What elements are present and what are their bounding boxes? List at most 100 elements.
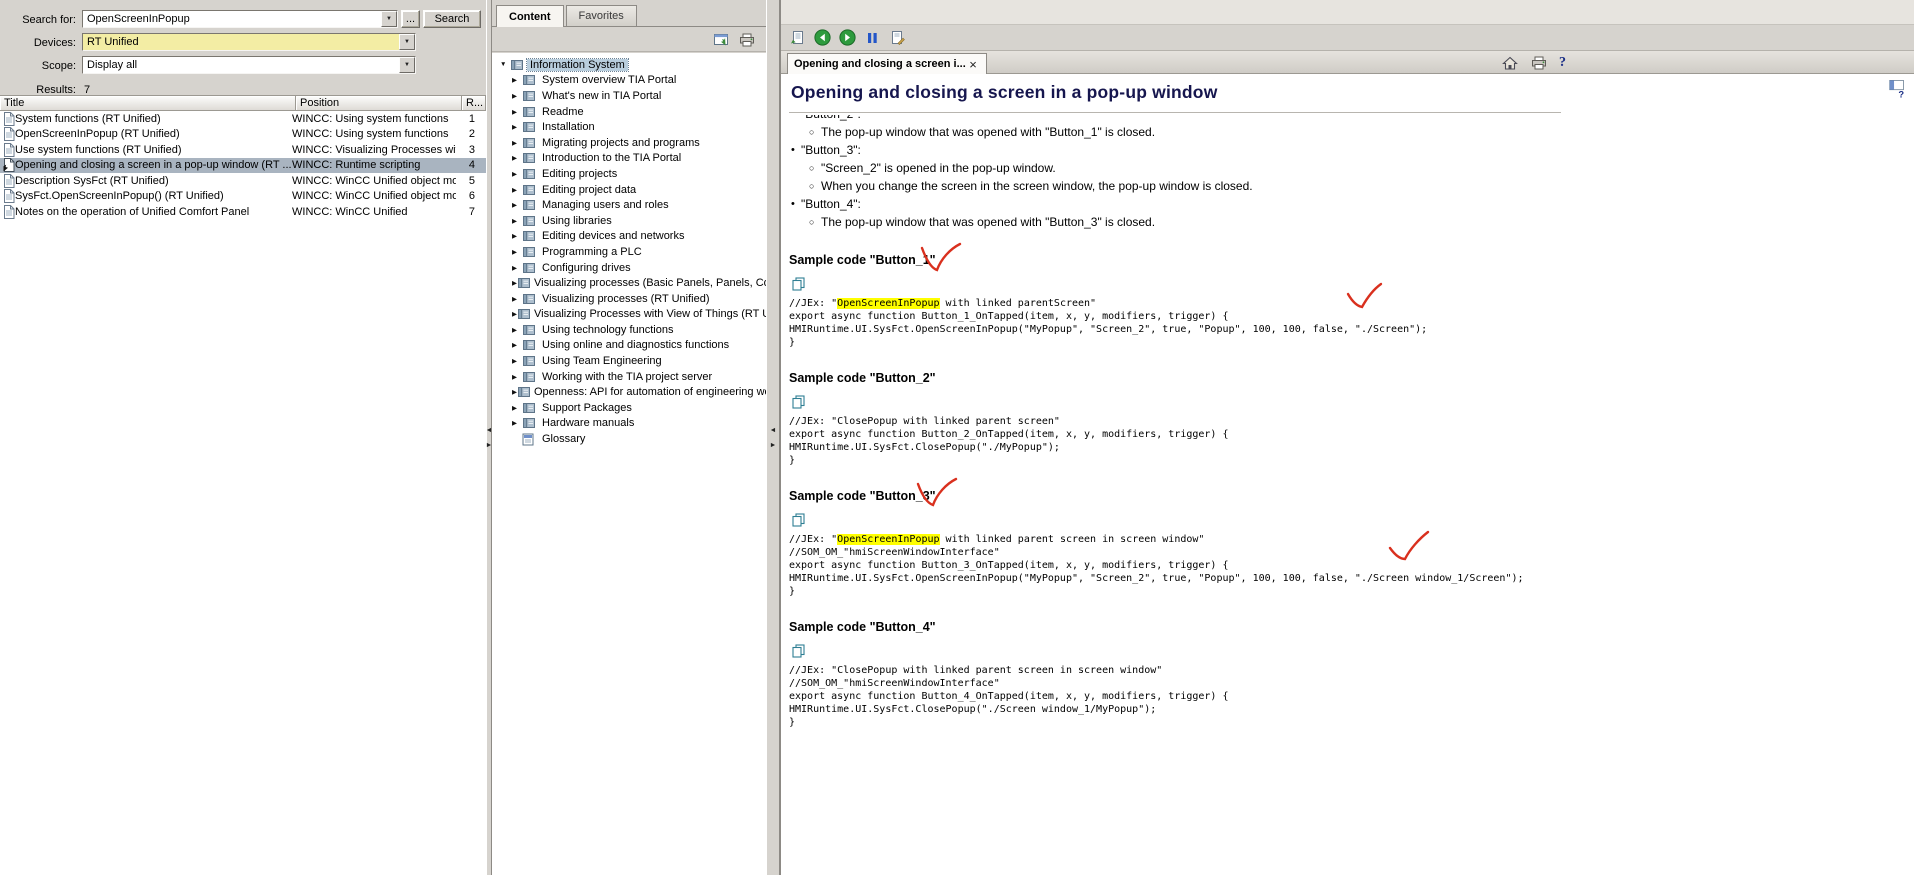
tree-collapsed-arrow-icon[interactable]: ▶: [512, 139, 522, 147]
tree-collapsed-arrow-icon[interactable]: ▶: [512, 92, 522, 100]
tree-item[interactable]: ▶System overview TIA Portal: [492, 73, 766, 89]
tree-collapsed-arrow-icon[interactable]: ▶: [512, 217, 522, 225]
result-row[interactable]: System functions (RT Unified)WINCC: Usin…: [0, 111, 486, 127]
tree-item[interactable]: ▶Support Packages: [492, 400, 766, 416]
tree-item[interactable]: ▶Visualizing processes (RT Unified): [492, 291, 766, 307]
splitter-collapse-right-icon[interactable]: ►: [770, 442, 777, 449]
print-icon[interactable]: [1530, 54, 1548, 72]
tree-item[interactable]: ▶Using Team Engineering: [492, 353, 766, 369]
column-header-position[interactable]: Position: [296, 96, 462, 111]
result-row[interactable]: Opening and closing a screen in a pop-up…: [0, 158, 486, 174]
back-icon[interactable]: [813, 29, 831, 47]
tree-item[interactable]: ▶Introduction to the TIA Portal: [492, 151, 766, 167]
search-term-dropdown-arrow[interactable]: ▼: [381, 11, 397, 27]
tree-item[interactable]: ▶What's new in TIA Portal: [492, 88, 766, 104]
locate-topic-icon[interactable]: [788, 29, 806, 47]
result-row[interactable]: Description SysFct (RT Unified)WINCC: Wi…: [0, 173, 486, 189]
tree-item[interactable]: ▶Using libraries: [492, 213, 766, 229]
result-row[interactable]: SysFct.OpenScreenInPopup() (RT Unified)W…: [0, 189, 486, 205]
tree-collapsed-arrow-icon[interactable]: ▶: [512, 295, 522, 303]
devices-dropdown-arrow[interactable]: ▼: [399, 34, 415, 50]
tree-expanded-arrow-icon[interactable]: ▼: [500, 61, 510, 68]
pause-loading-icon[interactable]: [863, 29, 881, 47]
devices-label: Devices:: [0, 37, 76, 49]
tree-item[interactable]: ▶Editing project data: [492, 182, 766, 198]
tree-item[interactable]: ▶Readme: [492, 104, 766, 120]
copy-code-icon[interactable]: [789, 511, 807, 529]
tree-collapsed-arrow-icon[interactable]: ▶: [512, 201, 522, 209]
tree-collapsed-arrow-icon[interactable]: ▶: [512, 170, 522, 178]
tree-collapsed-arrow-icon[interactable]: ▶: [512, 419, 522, 427]
tree-collapsed-arrow-icon[interactable]: ▶: [512, 232, 522, 240]
home-icon[interactable]: [1501, 54, 1519, 72]
devices-combobox[interactable]: RT Unified ▼: [82, 33, 416, 51]
tree-item[interactable]: ▶Managing users and roles: [492, 197, 766, 213]
search-button[interactable]: Search: [423, 10, 481, 28]
tree-item[interactable]: ▶Hardware manuals: [492, 416, 766, 432]
doc-bullet: ○The pop-up window that was opened with …: [789, 213, 1914, 231]
tree-item[interactable]: ▶Configuring drives: [492, 260, 766, 276]
code-line: export async function Button_1_OnTapped(…: [789, 310, 1914, 323]
splitter-collapse-left-icon[interactable]: ◄: [770, 427, 777, 434]
pane-toggle-help-icon[interactable]: ?: [1889, 80, 1907, 98]
copy-code-icon[interactable]: [789, 393, 807, 411]
column-header-title[interactable]: Title: [0, 96, 296, 111]
tree-item[interactable]: ▶Openness: API for automation of enginee…: [492, 384, 766, 400]
tree-item[interactable]: ▶Using technology functions: [492, 322, 766, 338]
tree-collapsed-arrow-icon[interactable]: ▶: [512, 108, 522, 116]
tree-root-information-system[interactable]: ▼ Information System: [492, 57, 766, 73]
tree-collapsed-arrow-icon[interactable]: ▶: [512, 373, 522, 381]
book-icon: [522, 355, 539, 367]
result-row[interactable]: OpenScreenInPopup (RT Unified)WINCC: Usi…: [0, 127, 486, 143]
search-term-combobox[interactable]: OpenScreenInPopup ▼: [82, 10, 398, 28]
tree-collapsed-arrow-icon[interactable]: ▶: [512, 264, 522, 272]
tree-item[interactable]: ▶Migrating projects and programs: [492, 135, 766, 151]
topic-tab[interactable]: Opening and closing a screen i... ×: [787, 53, 987, 74]
result-row[interactable]: Notes on the operation of Unified Comfor…: [0, 204, 486, 220]
advanced-search-button[interactable]: ...: [401, 10, 420, 28]
tree-item-glossary[interactable]: Glossary: [492, 431, 766, 447]
copy-code-icon[interactable]: [789, 275, 807, 293]
tree-collapsed-arrow-icon[interactable]: ▶: [512, 186, 522, 194]
sync-with-topic-icon[interactable]: [712, 31, 730, 49]
scope-dropdown-arrow[interactable]: ▼: [399, 57, 415, 73]
forward-icon[interactable]: [838, 29, 856, 47]
tree-item-label: Information System: [527, 59, 628, 71]
column-header-rank[interactable]: R...: [462, 96, 486, 111]
print-topic-icon[interactable]: [738, 31, 756, 49]
tree-collapsed-arrow-icon[interactable]: ▶: [512, 357, 522, 365]
tree-item[interactable]: ▶Editing projects: [492, 166, 766, 182]
tree-item[interactable]: ▶Installation: [492, 119, 766, 135]
help-icon[interactable]: ?: [1559, 55, 1566, 71]
book-icon: [522, 324, 539, 336]
tree-collapsed-arrow-icon[interactable]: ▶: [512, 341, 522, 349]
tree-collapsed-arrow-icon[interactable]: ▶: [512, 326, 522, 334]
tree-collapsed-arrow-icon[interactable]: ▶: [512, 404, 522, 412]
document-icon: [0, 205, 15, 219]
scope-label: Scope:: [0, 60, 76, 72]
tree-collapsed-arrow-icon[interactable]: ▶: [512, 76, 522, 84]
tree-item[interactable]: ▶Working with the TIA project server: [492, 369, 766, 385]
close-tab-icon[interactable]: ×: [966, 57, 980, 72]
tree-item[interactable]: ▶Using online and diagnostics functions: [492, 338, 766, 354]
result-row[interactable]: Use system functions (RT Unified)WINCC: …: [0, 142, 486, 158]
contents-body: ▼ Information System ▶System overview TIA …: [492, 26, 766, 875]
tree-item[interactable]: ▶Programming a PLC: [492, 244, 766, 260]
splitter-middle[interactable]: ◄ ►: [766, 0, 780, 875]
tree-collapsed-arrow-icon[interactable]: ▶: [512, 123, 522, 131]
tree-item[interactable]: ▶Visualizing Processes with View of Thin…: [492, 307, 766, 323]
topic-scroll-viewport[interactable]: •"Button_2":○The pop-up window that was …: [781, 115, 1914, 875]
tree-collapsed-arrow-icon[interactable]: ▶: [512, 154, 522, 162]
tree-collapsed-arrow-icon[interactable]: ▶: [512, 248, 522, 256]
tab-favorites[interactable]: Favorites: [566, 5, 637, 26]
result-position: WINCC: Visualizing Processes with View o…: [292, 144, 456, 156]
edit-topic-icon[interactable]: [888, 29, 906, 47]
copy-code-icon[interactable]: [789, 642, 807, 660]
tree-item[interactable]: ▶Visualizing processes (Basic Panels, Pa…: [492, 275, 766, 291]
title-divider: [789, 112, 1561, 113]
tree-item[interactable]: ▶Editing devices and networks: [492, 229, 766, 245]
scope-combobox[interactable]: Display all ▼: [82, 56, 416, 74]
devices-value: RT Unified: [83, 36, 399, 48]
tab-content[interactable]: Content: [496, 5, 564, 27]
code-text: }: [789, 717, 795, 728]
